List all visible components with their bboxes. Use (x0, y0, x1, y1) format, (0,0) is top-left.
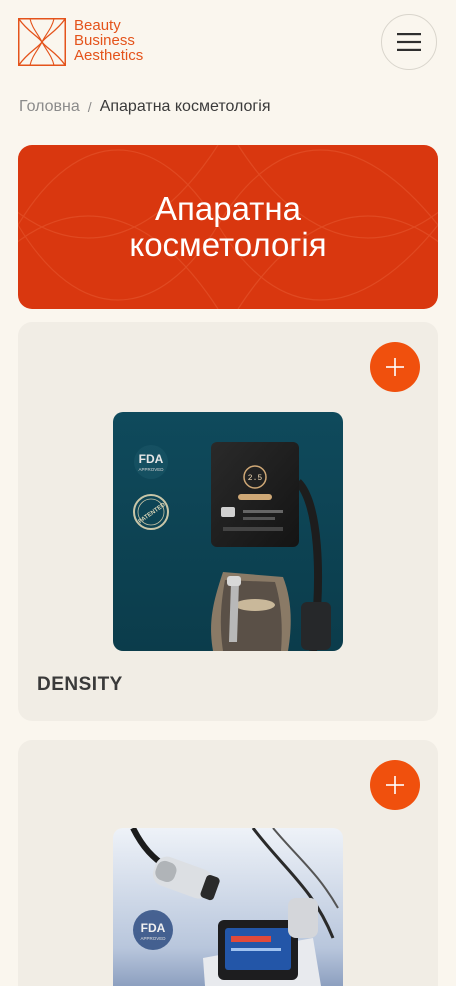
breadcrumb-home-link[interactable]: Головна (19, 98, 80, 116)
density-device-image: FDA APPROVED PATENTED 2.5 (113, 412, 343, 651)
plus-icon (386, 776, 404, 794)
fda-badge: FDA APPROVED (134, 445, 168, 479)
brand-line-3: Aesthetics (74, 47, 144, 64)
svg-text:FDA: FDA (139, 452, 164, 466)
breadcrumb: Головна / Апаратна косметологія (19, 98, 270, 116)
svg-text:APPROVED: APPROVED (138, 467, 164, 472)
brand-logo[interactable]: Beauty Business Aesthetics (18, 18, 143, 66)
menu-button[interactable] (381, 14, 437, 70)
hamburger-icon (397, 33, 421, 51)
svg-text:APPROVED: APPROVED (140, 936, 166, 941)
second-device-image: FDA APPROVED (113, 828, 343, 986)
breadcrumb-current: Апаратна косметологія (99, 98, 271, 115)
page-title: Апаратна косметологія (129, 190, 327, 263)
add-product-button[interactable] (370, 342, 420, 392)
product-title[interactable]: DENSITY (37, 674, 123, 696)
product-image[interactable]: FDA APPROVED PATENTED 2.5 (113, 412, 343, 651)
svg-text:2.5: 2.5 (248, 474, 263, 483)
brand-line-2: Business (74, 32, 135, 49)
breadcrumb-separator: / (87, 99, 92, 115)
add-product-button[interactable] (370, 760, 420, 810)
brand-name: Beauty Business Aesthetics (74, 18, 143, 63)
logo-mark-icon (18, 18, 66, 66)
svg-text:FDA: FDA (141, 921, 166, 935)
plus-icon (386, 358, 404, 376)
product-card[interactable]: FDA APPROVED (18, 740, 438, 986)
product-card[interactable]: FDA APPROVED PATENTED 2.5 DENSITY (18, 322, 438, 721)
site-header: Beauty Business Aesthetics (0, 0, 456, 86)
brand-line-1: Beauty (74, 17, 121, 34)
category-hero-banner: Апаратна косметологія (18, 145, 438, 309)
fda-badge: FDA APPROVED (133, 910, 173, 950)
product-image[interactable]: FDA APPROVED (113, 828, 343, 986)
